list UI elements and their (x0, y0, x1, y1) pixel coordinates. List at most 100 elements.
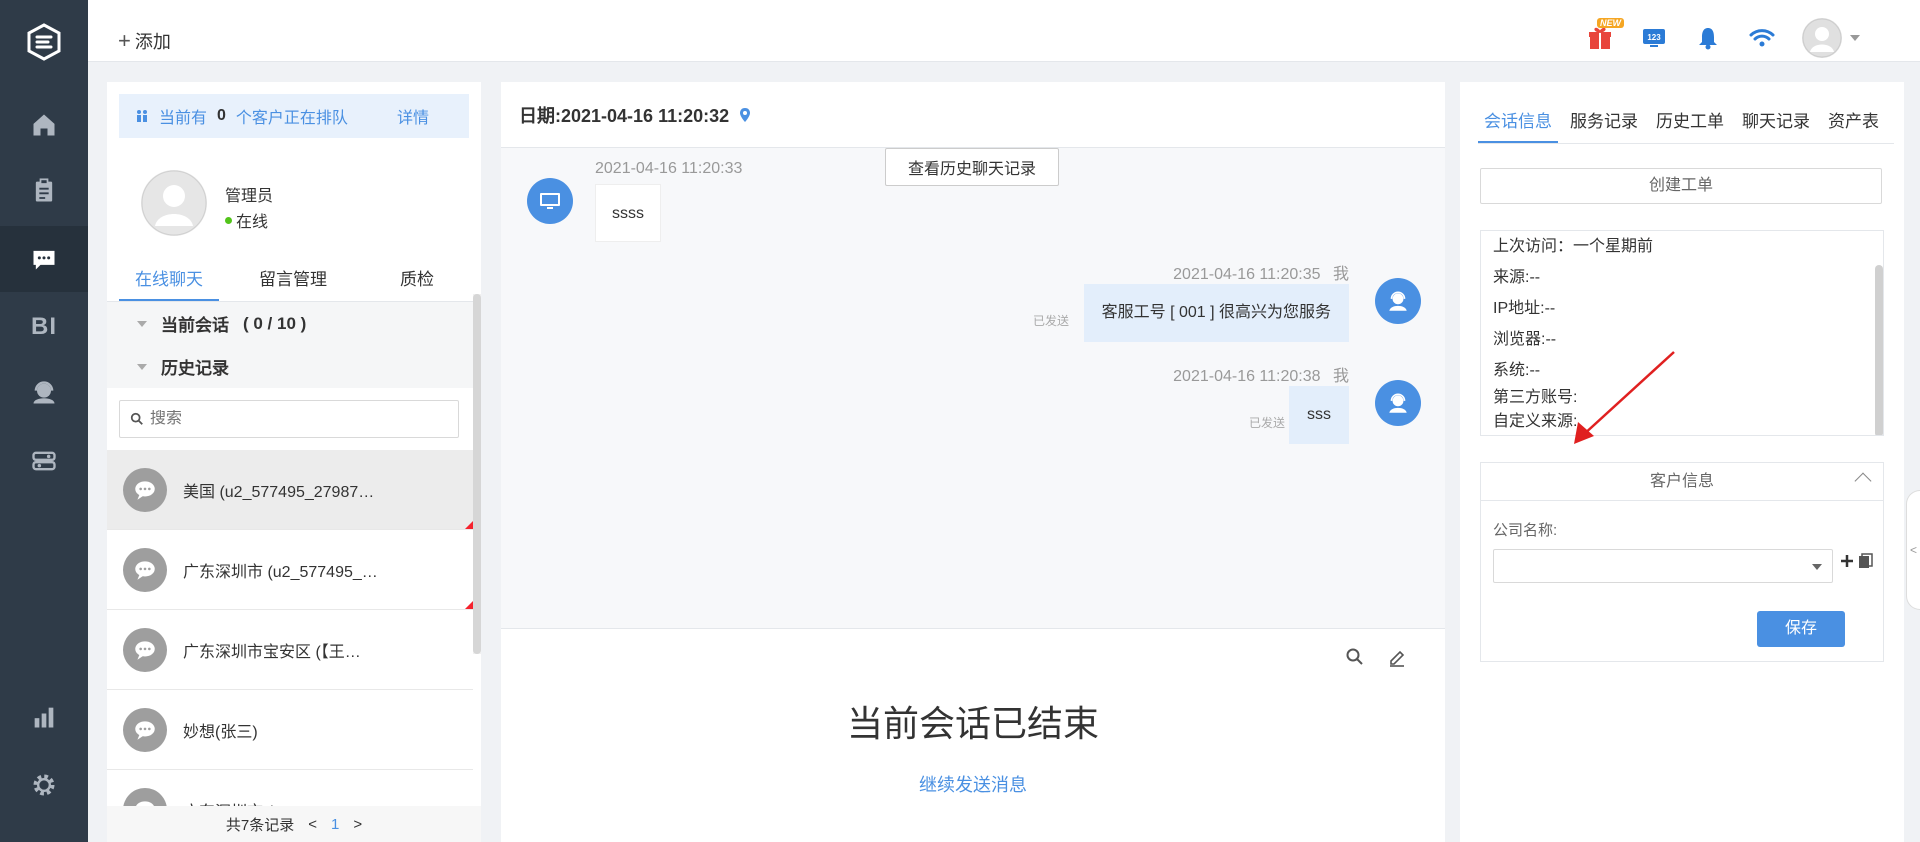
customer-list: 美国 (u2_577495_27987… 广东深圳市 (u2_577495_… … (107, 450, 473, 806)
search-input[interactable] (150, 410, 430, 428)
stats-icon[interactable] (0, 684, 88, 750)
continue-send-link[interactable]: 继续发送消息 (501, 771, 1445, 797)
info-browser: 浏览器:-- (1493, 331, 1557, 348)
message-time: 2021-04-16 11:20:35 (1173, 266, 1321, 283)
list-item-name: 广东深圳市 (u2_577495_… (183, 798, 378, 807)
message-time: 2021-04-16 11:20:33 (595, 160, 743, 177)
page-number[interactable]: 1 (331, 816, 339, 833)
agent-message-avatar (1375, 380, 1421, 426)
list-item[interactable]: 妙想(张三) (107, 690, 473, 770)
customer-info-title: 客户信息 (1649, 473, 1714, 490)
create-order-button[interactable]: 创建工单 (1480, 168, 1882, 204)
agent-avatar (141, 170, 207, 236)
message-area[interactable]: 查看历史聊天记录 2021-04-16 11:20:33 ssss 2021-0… (501, 148, 1445, 628)
list-item[interactable]: 美国 (u2_577495_27987… (107, 450, 473, 530)
next-page-button[interactable]: > (353, 816, 362, 833)
info-panel: 会话信息 服务记录 历史工单 聊天记录 资产表 创建工单 上次访问：一个星期前 … (1460, 82, 1904, 842)
agent-message: 客服工号 [ 001 ] 很高兴为您服务 (1083, 284, 1349, 342)
message-time: 2021-04-16 11:20:38 (1173, 368, 1321, 385)
tab-messages[interactable]: 留言管理 (231, 264, 355, 301)
tab-assets[interactable]: 资产表 (1822, 106, 1885, 143)
info-custom-source: 自定义来源: (1493, 413, 1578, 430)
tab-history-orders[interactable]: 历史工单 (1650, 106, 1730, 143)
tab-quality[interactable]: 质检 (355, 264, 479, 301)
list-item-name: 妙想(张三) (183, 723, 258, 741)
list-item[interactable]: 广东深圳市 (u2_577495_… (107, 530, 473, 610)
company-select[interactable] (1493, 549, 1833, 583)
session-list-scrollbar[interactable] (473, 294, 481, 654)
user-menu[interactable] (1802, 18, 1860, 58)
queue-detail-link[interactable]: 详情 (397, 104, 429, 128)
queue-suffix: 个客户正在排队 (235, 110, 348, 127)
queue-count: 0 (217, 107, 226, 124)
chevron-down-icon (1850, 35, 1860, 41)
agent-status[interactable]: 在线 (225, 208, 268, 232)
chat-bubble-icon (123, 627, 167, 672)
monitor-icon[interactable]: 123 (1640, 24, 1668, 52)
search-field (119, 400, 459, 438)
chat-icon[interactable] (0, 226, 88, 292)
current-sessions-count: ( 0 / 10 ) (243, 313, 307, 333)
add-company-button[interactable] (1839, 551, 1875, 577)
prev-page-button[interactable]: < (308, 816, 317, 833)
add-button[interactable]: + 添加 (118, 28, 171, 54)
caret-down-icon (137, 320, 147, 327)
chat-bubble-icon (123, 707, 167, 752)
info-scrollbar[interactable] (1875, 265, 1883, 435)
search-icon (130, 412, 143, 425)
red-arrow-annotation (1574, 351, 1675, 444)
pagination: 共7条记录 < 1 > (107, 806, 481, 842)
tab-session-info[interactable]: 会话信息 (1478, 106, 1558, 143)
info-source: 来源:-- (1493, 269, 1541, 286)
tab-online-chat[interactable]: 在线聊天 (119, 264, 219, 301)
queue-icon (137, 110, 147, 122)
list-item-name: 美国 (u2_577495_27987… (183, 483, 375, 501)
info-tabs: 会话信息 服务记录 历史工单 聊天记录 资产表 (1478, 106, 1894, 144)
list-item[interactable]: 广东深圳市 (u2_577495_… (107, 770, 473, 806)
caret-down-icon (1812, 564, 1822, 570)
search-icon[interactable] (1345, 647, 1365, 667)
current-sessions-toggle[interactable]: 当前会话 ( 0 / 10 ) (107, 302, 473, 345)
online-dot-icon (225, 216, 232, 224)
info-third-party: 第三方账号: (1493, 389, 1578, 406)
svg-text:123: 123 (1647, 33, 1661, 42)
agent-message: sss (1289, 386, 1349, 444)
tab-chat-records[interactable]: 聊天记录 (1736, 106, 1816, 143)
customer-info-header[interactable]: 客户信息 (1481, 463, 1883, 501)
tab-service-records[interactable]: 服务记录 (1564, 106, 1644, 143)
agent-message-avatar (1375, 278, 1421, 324)
total-records: 共7条记录 (225, 816, 295, 834)
panel-collapse-toggle[interactable]: < (1906, 490, 1920, 610)
chat-footer: 当前会话已结束 继续发送消息 (501, 628, 1445, 842)
edit-icon[interactable] (1387, 647, 1407, 667)
chat-date: 日期:2021-04-16 11:20:32 (519, 105, 730, 126)
view-history-button[interactable]: 查看历史聊天记录 (885, 148, 1059, 186)
queue-banner: 当前有 0 个客户正在排队 详情 (119, 94, 469, 138)
location-pin-icon[interactable] (737, 107, 753, 123)
chevron-up-icon[interactable] (1854, 472, 1872, 490)
clipboard-icon[interactable] (0, 158, 88, 224)
list-item[interactable]: 广东深圳市宝安区 (【王… (107, 610, 473, 690)
gear-icon[interactable] (0, 752, 88, 818)
app-logo-icon[interactable] (24, 22, 64, 62)
plus-icon: + (118, 28, 131, 53)
gift-icon[interactable]: NEW (1586, 18, 1624, 52)
chat-header: 日期:2021-04-16 11:20:32 (501, 82, 1445, 148)
save-button[interactable]: 保存 (1757, 611, 1845, 647)
agent-icon[interactable] (0, 360, 88, 426)
message-sender: 我 (1332, 368, 1349, 385)
avatar (1802, 18, 1842, 58)
agent-icon (1389, 291, 1407, 311)
settings-panel-icon[interactable] (0, 428, 88, 494)
current-sessions-label: 当前会话 (161, 316, 229, 335)
home-icon[interactable] (0, 92, 88, 158)
visitor-avatar (527, 178, 573, 224)
bi-icon[interactable]: BI (0, 294, 88, 360)
wifi-icon[interactable] (1748, 24, 1776, 52)
scrollbar-thumb[interactable] (473, 294, 481, 654)
history-sessions-toggle[interactable]: 历史记录 (107, 345, 473, 388)
agent-status-label: 在线 (236, 214, 269, 231)
chevron-left-icon: < (1909, 543, 1917, 557)
bell-icon[interactable] (1694, 24, 1722, 52)
session-ended-text: 当前会话已结束 (846, 703, 1099, 744)
